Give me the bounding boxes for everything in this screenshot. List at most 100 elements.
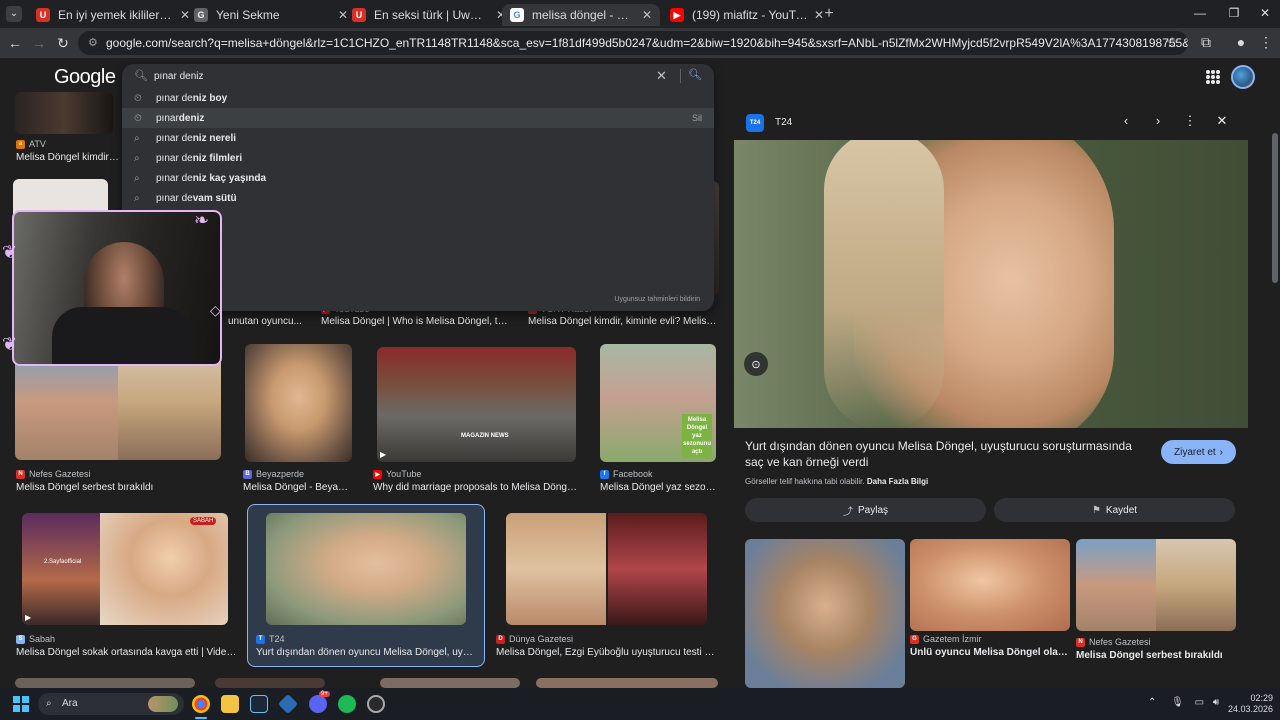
account-avatar[interactable] (1231, 65, 1255, 89)
result-image[interactable] (506, 513, 707, 625)
remove-suggestion-button[interactable]: Sil (692, 113, 702, 123)
result-caption[interactable]: Why did marriage proposals to Melisa Dön… (373, 482, 579, 493)
discord-icon[interactable]: 9+ (309, 691, 330, 713)
bookmark-star-icon[interactable]: ☆ (1163, 34, 1181, 51)
chevron-left-icon[interactable]: ‹ (1118, 113, 1134, 128)
result-image[interactable] (380, 678, 520, 688)
result-caption[interactable]: Yurt dışından dönen oyuncu Melisa Döngel… (256, 647, 478, 658)
result-image[interactable] (536, 678, 718, 688)
result-source[interactable]: f Facebook (600, 469, 653, 479)
preview-title[interactable]: Yurt dışından dönen oyuncu Melisa Döngel… (745, 438, 1145, 470)
suggestion-item[interactable]: ⌕ pınar de vam sütü (122, 188, 714, 208)
tab-4-active[interactable]: G melisa döngel - Google'da Ara ✕ (502, 4, 660, 26)
preview-image[interactable] (734, 140, 1248, 428)
tab-search-icon[interactable]: ⌄ (6, 6, 22, 22)
result-caption[interactable]: unutan oyuncu... (228, 316, 304, 327)
microphone-icon[interactable]: 🎙︎ (1171, 697, 1184, 708)
result-caption[interactable]: Melisa Döngel, Ezgi Eyüboğlu uyuşturucu … (496, 647, 718, 658)
result-image[interactable]: Melisa Döngel yaz sezonunu açtı (600, 344, 716, 462)
related-source[interactable]: G Gazetem İzmir (910, 634, 982, 644)
preview-site-name[interactable]: T24 (775, 117, 792, 128)
profile-avatar-icon[interactable]: ● (1232, 34, 1250, 50)
related-image[interactable] (745, 539, 905, 688)
menu-icon[interactable]: ⋮ (1257, 34, 1275, 51)
new-tab-icon[interactable]: + (820, 5, 838, 23)
tab-1[interactable]: U En iyi yemek ikilileri | UwUFUFU ✕ (28, 4, 198, 26)
save-button[interactable]: ⚑ Kaydet (994, 498, 1235, 522)
result-image[interactable]: SABAH 2.Sayfaofficial ▶ (22, 513, 228, 625)
result-image[interactable] (215, 678, 325, 688)
result-caption[interactable]: Melisa Döngel - Beyaz... (243, 482, 351, 493)
close-icon[interactable]: ✕ (642, 8, 652, 22)
result-image[interactable]: MAGAZIN NEWS ▶ (377, 347, 576, 462)
result-caption[interactable]: Melisa Döngel | Who is Melisa Döngel, th… (321, 316, 509, 327)
suggestion-item[interactable]: ⏲ pınar de niz boy (122, 88, 714, 108)
chrome-icon[interactable] (192, 695, 210, 713)
tab-2[interactable]: G Yeni Sekme ✕ (186, 4, 356, 26)
result-caption[interactable]: Melisa Döngel kimdir, kiminle evli? Meli… (528, 316, 718, 327)
result-caption[interactable]: Melisa Döngel yaz sezon... (600, 482, 716, 493)
suggestion-item[interactable]: ⏲ pınar deniz Sil (122, 108, 714, 128)
result-source[interactable]: T T24 (256, 634, 285, 644)
volume-icon[interactable]: 🔊︎ (1213, 697, 1219, 708)
obs-icon[interactable] (367, 695, 385, 713)
app-icon[interactable] (277, 693, 299, 715)
file-explorer-icon[interactable] (221, 695, 239, 713)
scrollbar[interactable] (1272, 133, 1278, 283)
result-source[interactable]: B Beyazperde (243, 469, 304, 479)
site-info-icon[interactable]: ⚙ (88, 31, 98, 55)
clock[interactable]: 02:29 24.03.2026 (1228, 693, 1273, 715)
forward-icon[interactable]: → (31, 35, 47, 51)
address-bar[interactable]: ⚙ google.com/search?q=melisa+döngel&rlz=… (78, 31, 1188, 55)
related-caption[interactable]: Ünlü oyuncu Melisa Döngel olay sözleri..… (910, 647, 1070, 658)
result-image[interactable] (266, 513, 466, 625)
steam-icon[interactable] (250, 695, 268, 713)
chevron-up-icon[interactable]: ⌃ (1148, 697, 1156, 708)
result-caption[interactable]: Melisa Döngel sokak ortasında kavga etti… (16, 647, 238, 658)
result-image[interactable] (15, 678, 195, 688)
related-image[interactable] (1076, 539, 1236, 631)
close-window-icon[interactable]: ✕ (1255, 6, 1275, 20)
tab-title: melisa döngel - Google'da Ara (532, 8, 636, 22)
result-source[interactable]: D Dünya Gazetesi (496, 634, 573, 644)
suggestion-item[interactable]: ⌕ pınar de niz filmleri (122, 148, 714, 168)
suggestion-item[interactable]: ⌕ pınar de niz kaç yaşında (122, 168, 714, 188)
taskbar-search[interactable]: ⌕ Ara (38, 693, 184, 715)
close-icon[interactable]: ✕ (1214, 113, 1230, 129)
spotify-icon[interactable] (338, 695, 356, 713)
clear-icon[interactable]: ✕ (656, 68, 667, 84)
more-icon[interactable]: ⋮ (1182, 113, 1198, 129)
result-image[interactable] (15, 92, 113, 134)
reload-icon[interactable]: ↻ (55, 35, 71, 52)
suggestion-item[interactable]: ⌕ pınar de niz nereli (122, 128, 714, 148)
related-image[interactable] (910, 539, 1070, 631)
result-image[interactable] (245, 344, 352, 462)
extensions-icon[interactable]: ⧉ (1197, 34, 1215, 51)
search-input[interactable] (154, 67, 654, 85)
result-source[interactable]: ▶ YouTube (373, 469, 421, 479)
chevron-right-icon[interactable]: › (1150, 113, 1166, 128)
result-caption[interactable]: Melisa Döngel kimdir? Mi (16, 152, 124, 163)
related-source[interactable]: N Nefes Gazetesi (1076, 637, 1151, 647)
related-caption[interactable]: Melisa Döngel serbest bırakıldı (1076, 650, 1236, 661)
lens-search-icon[interactable]: ⊙ (744, 352, 768, 376)
search-submit-icon[interactable]: 🔍︎ (688, 68, 702, 81)
tab-3[interactable]: U En seksi türk | UwUFUFU ✕ (344, 4, 514, 26)
visit-button[interactable]: Ziyaret et › (1161, 440, 1236, 464)
result-source[interactable]: S Sabah (16, 634, 55, 644)
result-caption[interactable]: Melisa Döngel serbest bırakıldı (16, 482, 222, 493)
google-logo[interactable]: Google (54, 66, 116, 89)
result-source[interactable]: N Nefes Gazetesi (16, 469, 91, 479)
result-source[interactable]: a ATV (16, 139, 46, 149)
minimize-icon[interactable]: — (1190, 6, 1210, 20)
network-icon[interactable]: ▭ (1195, 697, 1204, 708)
share-button[interactable]: ⤴ Paylaş (745, 498, 986, 522)
back-icon[interactable]: ← (7, 35, 23, 51)
restore-icon[interactable]: ❐ (1224, 6, 1244, 20)
search-box[interactable]: 🔍︎ ✕ 🔍︎ (122, 64, 714, 88)
tab-5[interactable]: ▶ (199) miafitz - YouTube ✕ (662, 4, 832, 26)
learn-more-link[interactable]: Daha Fazla Bilgi (867, 477, 928, 486)
windows-start-icon[interactable] (13, 696, 29, 712)
report-predictions-link[interactable]: Uygunsuz tahminleri bildirin (614, 296, 700, 303)
apps-grid-icon[interactable] (1206, 70, 1220, 84)
